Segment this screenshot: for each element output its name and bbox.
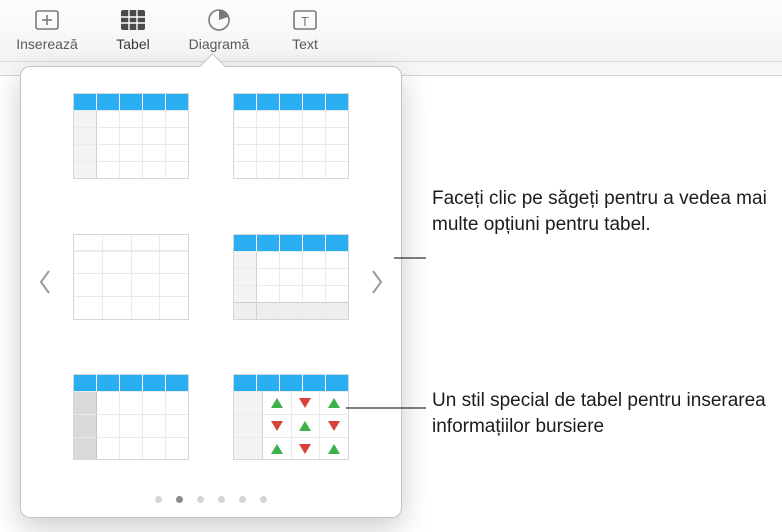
triangle-down-icon (299, 444, 311, 454)
annotation-arrows: Faceți clic pe săgeți pentru a vedea mai… (432, 186, 772, 237)
text-button[interactable]: T Text (262, 6, 348, 52)
triangle-up-icon (271, 444, 283, 454)
annotation-stock: Un stil special de tabel pentru inserare… (432, 388, 772, 439)
chart-button[interactable]: Diagramă (176, 6, 262, 52)
page-dot[interactable] (155, 496, 162, 503)
table-button[interactable]: Tabel (90, 6, 176, 52)
table-style-header-only[interactable] (233, 93, 349, 179)
table-styles-popover (20, 66, 402, 518)
page-dot[interactable] (239, 496, 246, 503)
page-dot[interactable] (260, 496, 267, 503)
triangle-up-icon (328, 444, 340, 454)
triangle-down-icon (328, 421, 340, 431)
triangle-up-icon (328, 398, 340, 408)
triangle-down-icon (271, 421, 283, 431)
table-style-stock[interactable] (233, 374, 349, 460)
table-style-grid (55, 91, 367, 473)
page-dot[interactable] (197, 496, 204, 503)
prev-arrow[interactable] (35, 269, 55, 295)
table-style-header-and-column[interactable] (73, 93, 189, 179)
triangle-up-icon (271, 398, 283, 408)
text-label: Text (292, 36, 318, 52)
toolbar: Inserează Tabel Diagramă T Text (0, 0, 782, 62)
next-arrow[interactable] (367, 269, 387, 295)
chevron-right-icon (369, 269, 385, 295)
triangle-down-icon (299, 398, 311, 408)
table-icon (118, 6, 148, 34)
chart-icon (204, 6, 234, 34)
table-style-header-column-footer[interactable] (233, 234, 349, 320)
chart-label: Diagramă (189, 36, 250, 52)
page-dot[interactable] (218, 496, 225, 503)
page-dots (21, 496, 401, 503)
table-label: Tabel (116, 36, 149, 52)
table-style-row-headers[interactable] (73, 374, 189, 460)
text-icon: T (290, 6, 320, 34)
insert-label: Inserează (16, 36, 77, 52)
insert-button[interactable]: Inserează (4, 6, 90, 52)
triangle-up-icon (299, 421, 311, 431)
svg-text:T: T (301, 14, 309, 29)
page-dot[interactable] (176, 496, 183, 503)
table-style-plain[interactable] (73, 234, 189, 320)
insert-icon (32, 6, 62, 34)
chevron-left-icon (37, 269, 53, 295)
popover-body (35, 91, 387, 473)
